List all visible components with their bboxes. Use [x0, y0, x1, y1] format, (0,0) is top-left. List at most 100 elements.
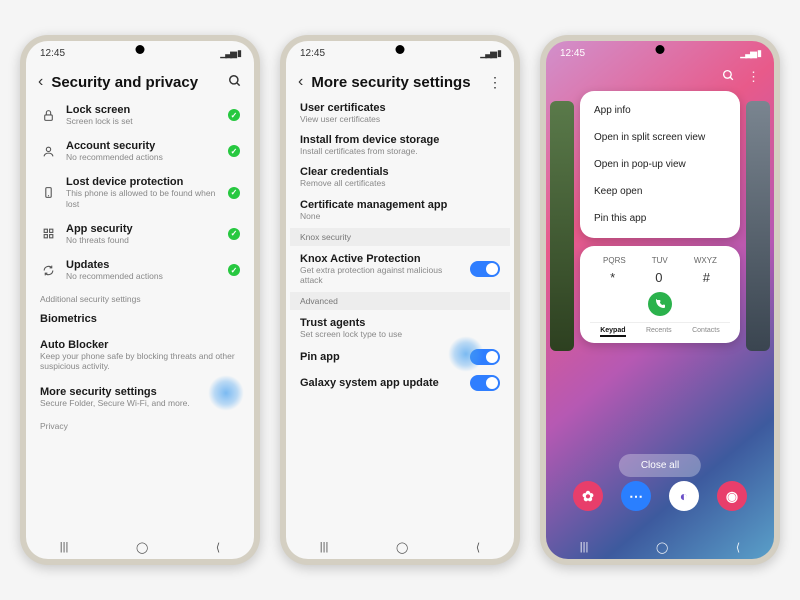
more-icon[interactable]: ⋮	[747, 69, 760, 85]
item-galaxy-update[interactable]: Galaxy system app update	[290, 370, 510, 396]
item-title: Trust agents	[300, 317, 500, 329]
item-sub: None	[300, 211, 500, 221]
tab-keypad[interactable]: Keypad	[600, 327, 625, 337]
toggle-knox[interactable]	[470, 261, 500, 277]
screen-1: 12:45 ▁▃▅ ▮ ‹ Security and privacy Lock …	[26, 41, 254, 559]
item-title: App security	[66, 223, 218, 235]
item-sub: Keep your phone safe by blocking threats…	[40, 351, 240, 371]
dial-tabs: Keypad Recents Contacts	[590, 322, 730, 337]
key-hash[interactable]: #	[703, 270, 710, 285]
call-button[interactable]	[648, 292, 672, 316]
item-title: More security settings	[40, 386, 240, 398]
tab-recents[interactable]: Recents	[646, 327, 672, 337]
phone-2: 12:45 ▁▃▅ ▮ ‹ More security settings ⋮ U…	[280, 35, 520, 565]
search-icon[interactable]	[228, 74, 242, 91]
item-clear-creds[interactable]: Clear credentialsRemove all certificates	[290, 161, 510, 193]
close-all-button[interactable]: Close all	[619, 454, 701, 477]
header: ‹ Security and privacy	[26, 65, 254, 97]
key-star[interactable]: *	[610, 270, 615, 285]
item-app-security[interactable]: App securityNo threats found ✓	[30, 216, 250, 252]
menu-popup-view[interactable]: Open in pop-up view	[580, 151, 740, 178]
more-icon[interactable]: ⋮	[488, 74, 502, 91]
item-title: Pin app	[300, 351, 460, 363]
key-zero[interactable]: 0	[655, 270, 662, 285]
check-badge: ✓	[228, 109, 240, 121]
item-title: Account security	[66, 140, 218, 152]
refresh-icon	[40, 262, 56, 278]
status-time: 12:45	[40, 48, 65, 59]
signal-icon: ▁▃▅	[740, 48, 755, 59]
dialer-card[interactable]: PQRS TUV WXYZ * 0 # Keypad Recents Conta…	[580, 246, 740, 343]
nav-bar: ||| ◯ ⟨	[546, 535, 774, 559]
nav-recents[interactable]: |||	[52, 539, 77, 555]
back-icon[interactable]: ‹	[298, 73, 303, 91]
toggle-galaxy-update[interactable]	[470, 375, 500, 391]
dock-browser-icon[interactable]: ◐	[669, 481, 699, 511]
tab-contacts[interactable]: Contacts	[692, 327, 720, 337]
item-auto-blocker[interactable]: Auto BlockerKeep your phone safe by bloc…	[30, 332, 250, 378]
item-account-security[interactable]: Account securityNo recommended actions ✓	[30, 133, 250, 169]
item-sub: Secure Folder, Secure Wi-Fi, and more.	[40, 398, 240, 408]
device-icon	[40, 185, 56, 201]
menu-app-info[interactable]: App info	[580, 97, 740, 124]
privacy-label: Privacy	[30, 415, 250, 433]
status-icons: ▁▃▅ ▮	[220, 48, 240, 59]
nav-back[interactable]: ⟨	[728, 539, 748, 556]
dock-gallery-icon[interactable]: ✿	[573, 481, 603, 511]
recents-area: App info Open in split screen view Open …	[546, 85, 774, 535]
nav-back[interactable]: ⟨	[208, 539, 228, 556]
item-more-security[interactable]: More security settingsSecure Folder, Sec…	[30, 379, 250, 415]
item-sub: Set screen lock type to use	[300, 329, 500, 339]
item-lock-screen[interactable]: Lock screenScreen lock is set ✓	[30, 97, 250, 133]
dock-messages-icon[interactable]: ⋯	[621, 481, 651, 511]
camera-cutout	[136, 45, 145, 54]
menu-pin-app[interactable]: Pin this app	[580, 205, 740, 232]
item-pin-app[interactable]: Pin app	[290, 344, 510, 370]
dial-hints: PQRS TUV WXYZ	[590, 254, 730, 267]
item-biometrics[interactable]: Biometrics	[30, 306, 250, 332]
content: User certificatesView user certificates …	[286, 97, 514, 535]
screen-2: 12:45 ▁▃▅ ▮ ‹ More security settings ⋮ U…	[286, 41, 514, 559]
dock: ✿ ⋯ ◐ ◉	[546, 481, 774, 511]
recents-panel-right[interactable]	[746, 101, 770, 351]
phone-3: 12:45 ▁▃▅ ▮ ⋮ App info Open in split scr…	[540, 35, 780, 565]
item-trust-agents[interactable]: Trust agentsSet screen lock type to use	[290, 312, 510, 344]
item-knox[interactable]: Knox Active ProtectionGet extra protecti…	[290, 248, 510, 290]
item-sub: Remove all certificates	[300, 178, 500, 188]
menu-split-screen[interactable]: Open in split screen view	[580, 124, 740, 151]
item-sub: This phone is allowed to be found when l…	[66, 188, 218, 208]
item-sub: Get extra protection against malicious a…	[300, 265, 460, 285]
nav-recents[interactable]: |||	[312, 539, 337, 555]
item-sub: No recommended actions	[66, 271, 218, 281]
toggle-pin-app[interactable]	[470, 349, 500, 365]
lock-icon	[40, 107, 56, 123]
item-updates[interactable]: UpdatesNo recommended actions ✓	[30, 252, 250, 288]
nav-home[interactable]: ◯	[128, 539, 156, 556]
item-sub: Screen lock is set	[66, 116, 218, 126]
item-user-certs[interactable]: User certificatesView user certificates	[290, 97, 510, 129]
back-icon[interactable]: ‹	[38, 73, 43, 91]
item-title: Galaxy system app update	[300, 377, 460, 389]
grid-icon	[40, 226, 56, 242]
page-title: Security and privacy	[51, 74, 220, 91]
item-title: Clear credentials	[300, 166, 500, 178]
dock-camera-icon[interactable]: ◉	[717, 481, 747, 511]
nav-back[interactable]: ⟨	[468, 539, 488, 556]
nav-home[interactable]: ◯	[648, 539, 676, 556]
battery-icon: ▮	[497, 48, 500, 59]
item-sub: No recommended actions	[66, 152, 218, 162]
item-lost-device[interactable]: Lost device protectionThis phone is allo…	[30, 169, 250, 215]
item-title: Install from device storage	[300, 134, 500, 146]
advanced-section: Advanced	[290, 292, 510, 310]
item-title: Lost device protection	[66, 176, 218, 188]
recents-panel-left[interactable]	[550, 101, 574, 351]
item-install-storage[interactable]: Install from device storageInstall certi…	[290, 129, 510, 161]
item-cert-mgmt[interactable]: Certificate management appNone	[290, 194, 510, 226]
status-icons: ▁▃▅ ▮	[480, 48, 500, 59]
menu-keep-open[interactable]: Keep open	[580, 178, 740, 205]
search-icon[interactable]	[722, 69, 735, 85]
hint: WXYZ	[694, 256, 717, 265]
nav-home[interactable]: ◯	[388, 539, 416, 556]
screen-3: 12:45 ▁▃▅ ▮ ⋮ App info Open in split scr…	[546, 41, 774, 559]
nav-recents[interactable]: |||	[572, 539, 597, 555]
